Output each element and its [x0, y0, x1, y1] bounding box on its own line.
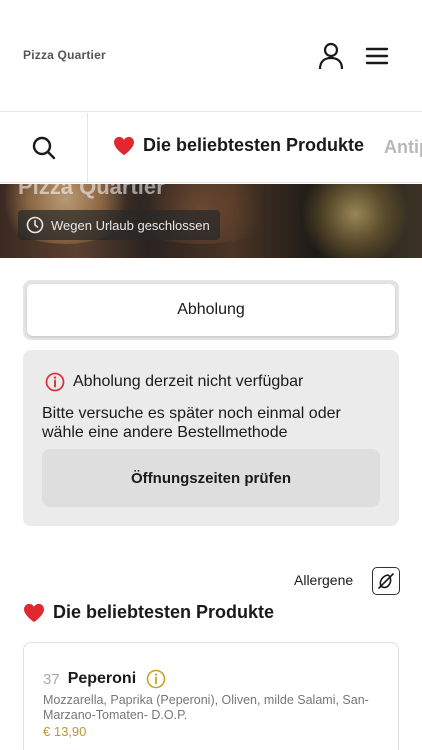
closed-status-text: Wegen Urlaub geschlossen — [51, 217, 210, 233]
product-description: Mozzarella, Paprika (Peperoni), Oliven, … — [43, 693, 369, 722]
heart-icon — [24, 603, 44, 622]
product-header: 37 Peperoni — [43, 669, 166, 689]
hamburger-menu-icon[interactable] — [364, 44, 390, 68]
tab-popular-products[interactable]: Die beliebtesten Produkte — [113, 135, 364, 156]
brand-name[interactable]: Pizza Quartier — [23, 48, 106, 62]
product-price: € 13,90 — [43, 724, 87, 739]
restaurant-hero-image: Pizza Quartier Wegen Urlaub geschlossen — [0, 184, 422, 258]
product-number: 37 — [43, 670, 60, 688]
order-method-selector: Abholung — [23, 280, 399, 340]
info-icon[interactable] — [146, 669, 166, 689]
hero-restaurant-title: Pizza Quartier — [18, 184, 165, 199]
tab-antipasti[interactable]: Antip — [384, 137, 422, 158]
pickup-option-button[interactable]: Abholung — [27, 284, 395, 336]
search-icon — [32, 136, 55, 160]
section-title-text: Die beliebtesten Produkte — [53, 602, 275, 622]
category-bar: Die beliebtesten Produkte Antip — [0, 113, 422, 183]
tab-label: Die beliebtesten Produkte — [143, 135, 365, 155]
notice-text: Bitte versuche es später noch einmal ode… — [42, 405, 341, 441]
closed-status-badge: Wegen Urlaub geschlossen — [18, 210, 220, 240]
check-opening-hours-button[interactable]: Öffnungszeiten prüfen — [42, 449, 380, 507]
app-header: Pizza Quartier — [0, 0, 422, 112]
product-name: Peperoni — [67, 670, 137, 687]
allergens-label[interactable]: Allergene — [294, 572, 353, 588]
search-button[interactable] — [0, 113, 88, 182]
user-icon[interactable] — [318, 42, 344, 70]
unavailable-notice: Abholung derzeit nicht verfügbar Bitte v… — [23, 350, 399, 526]
allergens-button[interactable] — [372, 567, 400, 595]
notice-title-text: Abholung derzeit nicht verfügbar — [73, 373, 304, 390]
allergen-icon — [378, 573, 394, 589]
clock-icon — [26, 216, 44, 234]
product-card[interactable]: 37 Peperoni Mozzarella, Paprika (Peperon… — [23, 642, 399, 750]
alert-info-icon — [45, 372, 65, 392]
notice-title: Abholung derzeit nicht verfügbar — [45, 372, 303, 392]
heart-icon — [114, 136, 134, 155]
section-title: Die beliebtesten Produkte — [23, 602, 274, 623]
